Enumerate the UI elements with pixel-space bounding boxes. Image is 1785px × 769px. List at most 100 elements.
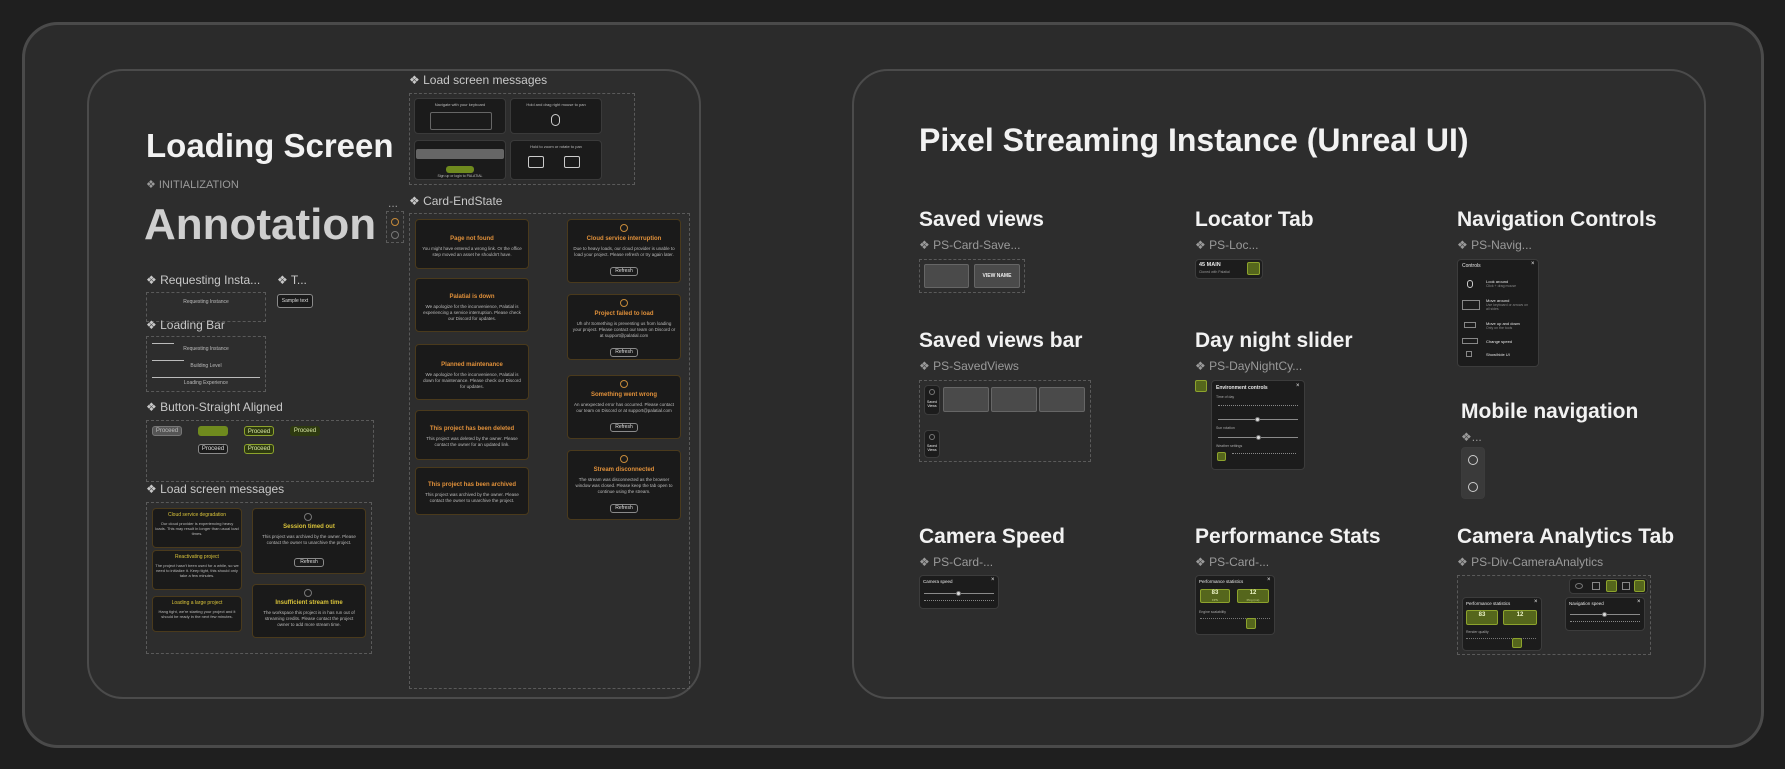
end-rtitle-4: Stream disconnected <box>593 467 655 473</box>
msg-large-title: Loading a large project <box>171 600 223 606</box>
touch-icon <box>528 156 544 168</box>
eye-icon[interactable] <box>1575 583 1583 589</box>
nav-hint-2: Use keyboard or arrows on all sides <box>1486 303 1529 311</box>
perf-stats-sub: ❖ PS-Card-... <box>1195 555 1270 569</box>
perf-stats-title: Performance Stats <box>1195 525 1381 548</box>
nav-mode-icons[interactable] <box>1570 621 1640 626</box>
time-label: Time of day <box>1216 395 1235 399</box>
fps-value: 83 <box>1211 590 1219 596</box>
chart-icon[interactable] <box>1592 582 1600 590</box>
proceed-green-2[interactable]: Proceed <box>290 426 320 436</box>
alert-icon <box>391 218 399 226</box>
button-aligned-label: ❖ Button-Straight Aligned <box>146 400 283 414</box>
proceed-outline[interactable]: Proceed <box>198 444 228 454</box>
loading-bar-3 <box>152 377 260 378</box>
expand-icon[interactable] <box>1622 582 1630 590</box>
day-night-sub: ❖ PS-DayNightCy... <box>1195 359 1303 373</box>
quality-selector[interactable] <box>1466 638 1536 648</box>
analytics-nav-header: Navigation speed <box>1569 601 1604 606</box>
camera-speed-handle[interactable] <box>956 591 961 596</box>
saved-views-side-label-2: Saved Views <box>927 444 937 452</box>
signin-text: Sign up or login to PALATIAL <box>437 174 483 178</box>
sun-toggle-icon[interactable] <box>1195 380 1207 392</box>
weather-icons[interactable] <box>1232 453 1296 460</box>
refresh-button[interactable]: Refresh <box>294 558 324 567</box>
msg-reactivating-body: The project hasn't been used for a while… <box>155 563 239 578</box>
close-icon[interactable]: × <box>1637 599 1641 605</box>
load-msgs-top-label: ❖ Load screen messages <box>409 73 548 87</box>
saved-view-name: VIEW NAME <box>982 273 1012 279</box>
sun-slider-handle[interactable] <box>1256 435 1261 440</box>
fullscreen-icon[interactable] <box>1634 580 1645 592</box>
refresh-button[interactable]: Refresh <box>610 504 638 513</box>
info-icon <box>304 589 312 597</box>
close-icon[interactable]: × <box>1534 599 1538 605</box>
proceed-disabled[interactable]: Proceed <box>152 426 182 436</box>
quality-option-selected[interactable] <box>1512 638 1522 648</box>
refresh-button[interactable]: Refresh <box>610 348 638 357</box>
msg-reactivating-title: Reactivating project <box>175 554 219 560</box>
end-body-1: You might have entered a wrong link. Or … <box>422 246 522 257</box>
end-rbody-1: Due to heavy loads, our cloud provider i… <box>573 246 675 257</box>
nav-controls-header: Controls <box>1462 263 1481 269</box>
loading-bar-item-2: Building Level <box>190 363 222 369</box>
nav-speed-handle[interactable] <box>1602 612 1607 617</box>
loading-bar-label: ❖ Loading Bar <box>146 318 225 332</box>
session-timed-out-title: Session timed out <box>283 524 335 530</box>
camera-analytics-title: Camera Analytics Tab <box>1457 525 1675 548</box>
close-icon[interactable]: × <box>1267 577 1271 583</box>
move-down-icon[interactable] <box>1468 482 1478 492</box>
alert-icon <box>620 224 628 232</box>
sample-text-chip: Sample text <box>277 294 313 308</box>
close-icon[interactable]: × <box>991 577 995 583</box>
end-body-4: This project was deleted by the owner. P… <box>426 436 518 447</box>
camera-speed-header: Camera speed <box>923 579 953 584</box>
weather-sun-icon[interactable] <box>1217 452 1226 461</box>
mouse-icon <box>1467 280 1473 288</box>
ping-label: Ping (ms) <box>1246 598 1260 602</box>
quality-selector[interactable] <box>1200 618 1270 629</box>
msg-cloud-body: Our cloud provider is experiencing heavy… <box>155 521 239 536</box>
loading-bar-2 <box>152 360 184 361</box>
signin-button[interactable] <box>446 166 474 173</box>
saved-view-thumb[interactable] <box>991 387 1037 412</box>
load-msgs-label: ❖ Load screen messages <box>146 482 285 496</box>
speed-mode-icons[interactable] <box>924 600 994 605</box>
analytics-ping: 12 <box>1516 612 1524 618</box>
msg-large-body: Hang tight, we're starting your project … <box>158 609 236 619</box>
quality-option-selected[interactable] <box>1246 618 1256 629</box>
camera-speed-title: Camera Speed <box>919 525 1065 548</box>
keyboard-keys <box>430 112 492 130</box>
card-endstate-label: ❖ Card-EndState <box>409 194 503 208</box>
locator-target-icon[interactable] <box>1247 262 1260 275</box>
mouse-icon <box>551 114 560 126</box>
proceed-outline-green[interactable]: Proceed <box>244 444 274 454</box>
bookmark-icon <box>929 389 935 395</box>
saved-view-thumb[interactable] <box>1039 387 1085 412</box>
end-title-1: Page not found <box>450 236 494 242</box>
proceed-green-1[interactable]: Proceed <box>244 426 274 436</box>
close-icon[interactable]: × <box>1531 261 1535 267</box>
close-icon[interactable]: × <box>1296 383 1300 389</box>
saved-views-bar-sub: ❖ PS-SavedViews <box>919 359 1019 373</box>
info-icon <box>304 513 312 521</box>
end-title-3: Planned maintenance <box>441 362 503 368</box>
toggle-ui-key-icon <box>1466 351 1472 357</box>
analytics-quality-label: Render quality <box>1466 630 1489 634</box>
end-rbody-3: An unexpected error has occurred. Please… <box>573 402 675 413</box>
insufficient-body: The workspace this project is in has run… <box>263 610 355 627</box>
saved-view-thumb[interactable] <box>924 264 969 288</box>
move-up-icon[interactable] <box>1468 455 1478 465</box>
end-card-archived <box>415 467 529 515</box>
environment-header: Environment controls <box>1216 385 1268 391</box>
refresh-button[interactable]: Refresh <box>610 423 638 432</box>
end-rtitle-1: Cloud service interruption <box>586 236 662 242</box>
saved-view-thumb[interactable] <box>943 387 989 412</box>
nav-item-4: Change speed <box>1486 339 1513 344</box>
time-slider-handle[interactable] <box>1255 417 1260 422</box>
signin-input[interactable] <box>416 149 504 159</box>
walk-icon[interactable] <box>1606 580 1617 592</box>
end-title-5: This project has been archived <box>427 482 517 488</box>
proceed-green-empty[interactable] <box>198 426 228 436</box>
refresh-button[interactable]: Refresh <box>610 267 638 276</box>
